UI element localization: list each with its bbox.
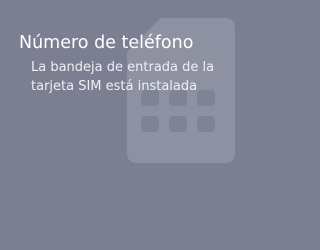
tile-title: Número de teléfono (19, 33, 194, 53)
phone-number-tile[interactable]: Número de teléfono La bandeja de entrada… (0, 0, 250, 250)
tile-description: La bandeja de entrada de la tarjeta SIM … (31, 60, 215, 94)
